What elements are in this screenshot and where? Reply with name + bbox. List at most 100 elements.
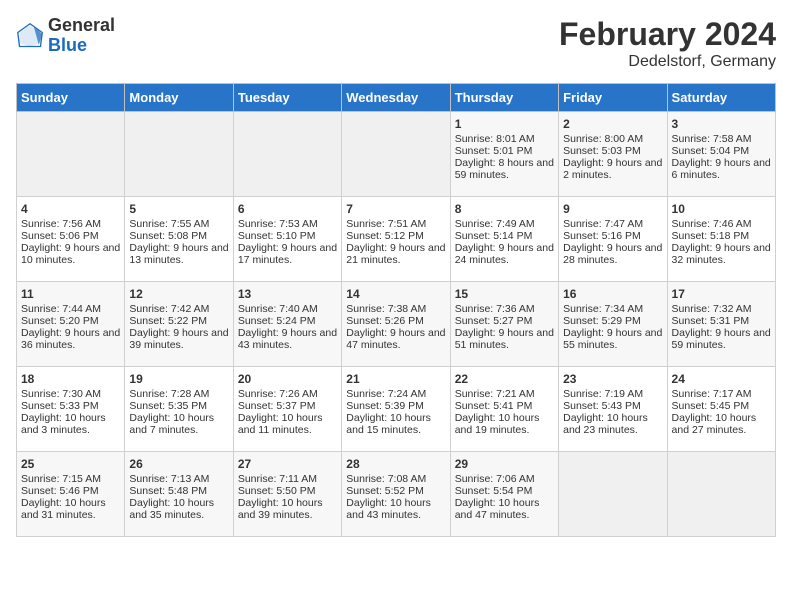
general-blue-logo-icon [16,22,44,50]
calendar-cell [125,112,233,197]
day-number: 11 [21,287,120,301]
month-year-title: February 2024 [559,16,776,53]
day-number: 23 [563,372,662,386]
day-of-week-header: Friday [559,84,667,112]
day-number: 13 [238,287,337,301]
calendar-cell: 23Sunrise: 7:19 AMSunset: 5:43 PMDayligh… [559,367,667,452]
day-number: 7 [346,202,445,216]
sunset-text: Sunset: 5:26 PM [346,315,445,327]
calendar-cell: 24Sunrise: 7:17 AMSunset: 5:45 PMDayligh… [667,367,775,452]
sunset-text: Sunset: 5:41 PM [455,400,554,412]
day-number: 29 [455,457,554,471]
daylight-text: Daylight: 9 hours and 10 minutes. [21,242,120,266]
daylight-text: Daylight: 10 hours and 19 minutes. [455,412,554,436]
calendar-cell [342,112,450,197]
sunrise-text: Sunrise: 7:34 AM [563,303,662,315]
day-number: 1 [455,117,554,131]
calendar-cell: 20Sunrise: 7:26 AMSunset: 5:37 PMDayligh… [233,367,341,452]
sunset-text: Sunset: 5:03 PM [563,145,662,157]
daylight-text: Daylight: 9 hours and 39 minutes. [129,327,228,351]
sunset-text: Sunset: 5:43 PM [563,400,662,412]
day-number: 10 [672,202,771,216]
calendar-cell [17,112,125,197]
sunrise-text: Sunrise: 7:26 AM [238,388,337,400]
calendar-cell: 10Sunrise: 7:46 AMSunset: 5:18 PMDayligh… [667,197,775,282]
calendar-cell: 29Sunrise: 7:06 AMSunset: 5:54 PMDayligh… [450,452,558,537]
sunset-text: Sunset: 5:06 PM [21,230,120,242]
day-number: 28 [346,457,445,471]
sunrise-text: Sunrise: 7:40 AM [238,303,337,315]
calendar-cell: 26Sunrise: 7:13 AMSunset: 5:48 PMDayligh… [125,452,233,537]
day-number: 19 [129,372,228,386]
sunset-text: Sunset: 5:29 PM [563,315,662,327]
page-header: General Blue February 2024 Dedelstorf, G… [16,16,776,71]
sunset-text: Sunset: 5:35 PM [129,400,228,412]
calendar-cell: 11Sunrise: 7:44 AMSunset: 5:20 PMDayligh… [17,282,125,367]
daylight-text: Daylight: 8 hours and 59 minutes. [455,157,554,181]
logo-text: General Blue [48,16,115,56]
sunset-text: Sunset: 5:37 PM [238,400,337,412]
sunset-text: Sunset: 5:20 PM [21,315,120,327]
sunset-text: Sunset: 5:54 PM [455,485,554,497]
sunset-text: Sunset: 5:04 PM [672,145,771,157]
day-of-week-header: Saturday [667,84,775,112]
day-of-week-header: Tuesday [233,84,341,112]
sunset-text: Sunset: 5:10 PM [238,230,337,242]
daylight-text: Daylight: 10 hours and 23 minutes. [563,412,662,436]
sunset-text: Sunset: 5:39 PM [346,400,445,412]
calendar-cell: 4Sunrise: 7:56 AMSunset: 5:06 PMDaylight… [17,197,125,282]
calendar-cell: 17Sunrise: 7:32 AMSunset: 5:31 PMDayligh… [667,282,775,367]
sunrise-text: Sunrise: 7:46 AM [672,218,771,230]
day-number: 20 [238,372,337,386]
logo-general: General [48,16,115,36]
calendar-cell: 5Sunrise: 7:55 AMSunset: 5:08 PMDaylight… [125,197,233,282]
sunset-text: Sunset: 5:48 PM [129,485,228,497]
sunset-text: Sunset: 5:12 PM [346,230,445,242]
day-of-week-header: Wednesday [342,84,450,112]
sunrise-text: Sunrise: 7:15 AM [21,473,120,485]
sunset-text: Sunset: 5:14 PM [455,230,554,242]
daylight-text: Daylight: 10 hours and 39 minutes. [238,497,337,521]
calendar-week-row: 4Sunrise: 7:56 AMSunset: 5:06 PMDaylight… [17,197,776,282]
day-of-week-header: Sunday [17,84,125,112]
sunset-text: Sunset: 5:18 PM [672,230,771,242]
day-of-week-header: Monday [125,84,233,112]
daylight-text: Daylight: 9 hours and 55 minutes. [563,327,662,351]
sunrise-text: Sunrise: 7:42 AM [129,303,228,315]
calendar-cell: 13Sunrise: 7:40 AMSunset: 5:24 PMDayligh… [233,282,341,367]
calendar-cell [233,112,341,197]
daylight-text: Daylight: 10 hours and 35 minutes. [129,497,228,521]
sunrise-text: Sunrise: 7:49 AM [455,218,554,230]
calendar-week-row: 1Sunrise: 8:01 AMSunset: 5:01 PMDaylight… [17,112,776,197]
sunrise-text: Sunrise: 7:11 AM [238,473,337,485]
calendar-cell: 16Sunrise: 7:34 AMSunset: 5:29 PMDayligh… [559,282,667,367]
location-label: Dedelstorf, Germany [559,53,776,71]
sunrise-text: Sunrise: 7:58 AM [672,133,771,145]
sunset-text: Sunset: 5:46 PM [21,485,120,497]
day-number: 18 [21,372,120,386]
logo-blue: Blue [48,36,115,56]
day-number: 12 [129,287,228,301]
sunset-text: Sunset: 5:08 PM [129,230,228,242]
logo: General Blue [16,16,115,56]
calendar-cell [667,452,775,537]
daylight-text: Daylight: 9 hours and 13 minutes. [129,242,228,266]
day-number: 2 [563,117,662,131]
sunrise-text: Sunrise: 7:21 AM [455,388,554,400]
calendar-cell: 27Sunrise: 7:11 AMSunset: 5:50 PMDayligh… [233,452,341,537]
calendar-cell: 12 Sunrise: 7:42 AMSunset: 5:22 PMDayligh… [125,282,233,367]
sunset-text: Sunset: 5:27 PM [455,315,554,327]
day-number: 14 [346,287,445,301]
day-number: 21 [346,372,445,386]
calendar-cell: 19Sunrise: 7:28 AMSunset: 5:35 PMDayligh… [125,367,233,452]
calendar-week-row: 25 Sunrise: 7:15 AMSunset: 5:46 PM Dayligh… [17,452,776,537]
daylight-text: Daylight: 10 hours and 27 minutes. [672,412,771,436]
sunset-text: Sunset: 5:22 PM [129,315,228,327]
calendar-week-row: 18Sunrise: 7:30 AMSunset: 5:33 PMDayligh… [17,367,776,452]
calendar-cell: 15Sunrise: 7:36 AMSunset: 5:27 PMDayligh… [450,282,558,367]
sunrise-text: Sunrise: 7:08 AM [346,473,445,485]
day-number: 27 [238,457,337,471]
calendar-cell: 1Sunrise: 8:01 AMSunset: 5:01 PMDaylight… [450,112,558,197]
day-number: 3 [672,117,771,131]
day-number: 25 [21,457,120,471]
